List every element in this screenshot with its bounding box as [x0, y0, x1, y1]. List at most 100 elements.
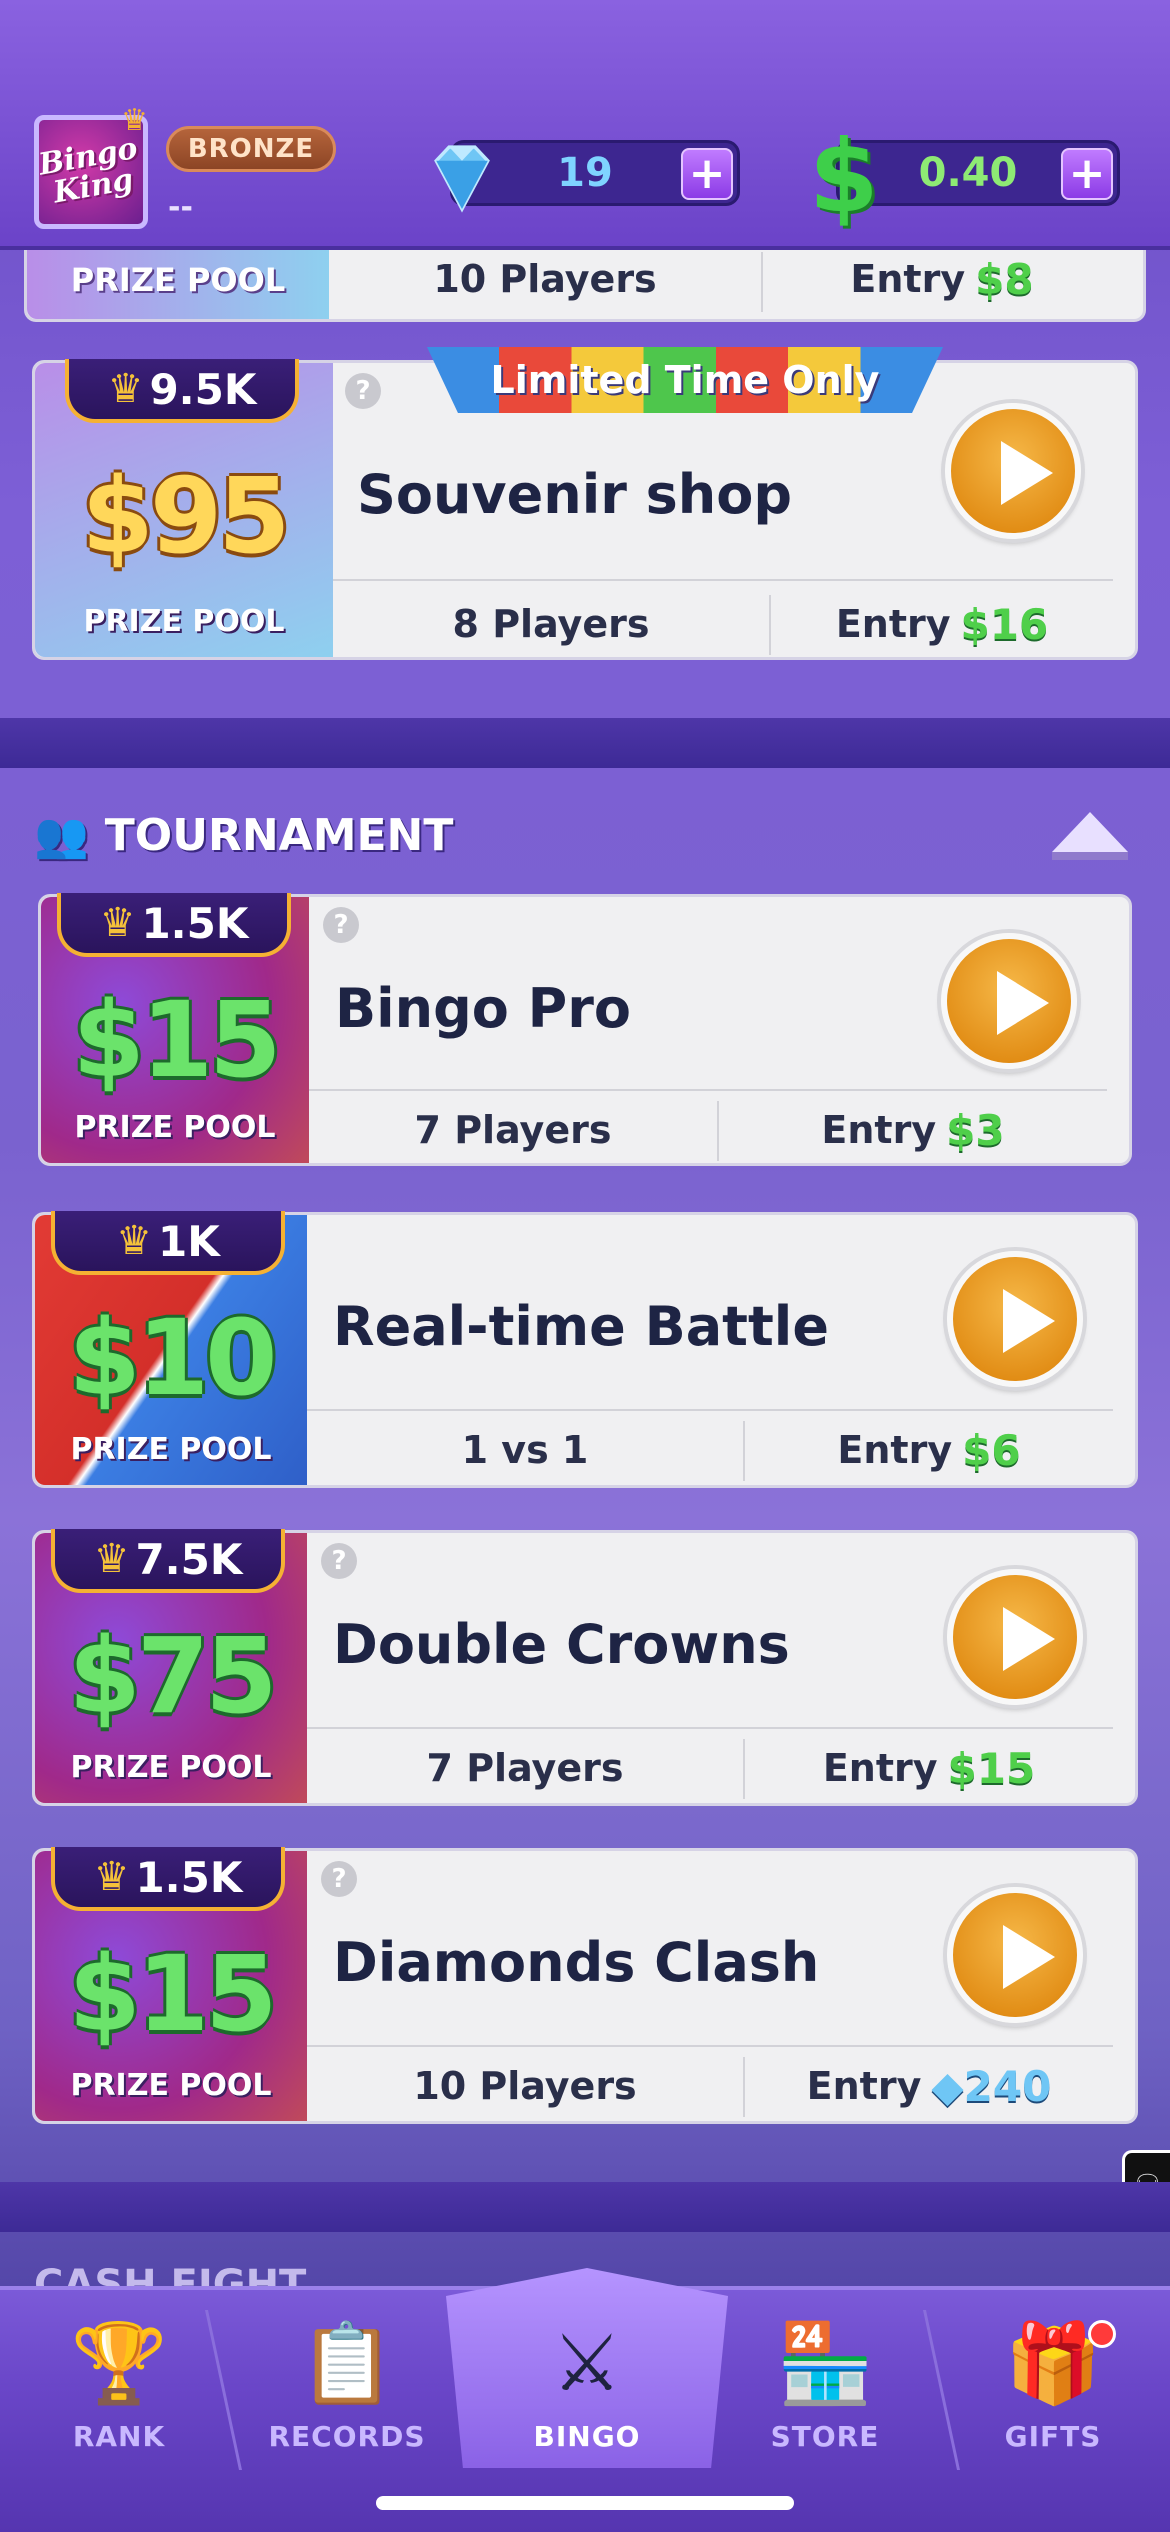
add-cash-button[interactable]: +	[1061, 148, 1113, 200]
players-count: 1 vs 1	[461, 1428, 589, 1472]
game-card-partial[interactable]: PRIZE POOL 10 Players Entry $8	[24, 240, 1146, 322]
nav-gifts[interactable]: 🎁 GIFTS	[938, 2316, 1168, 2486]
divider	[307, 2045, 1113, 2047]
entry-fee: Entry $6	[745, 1415, 1113, 1485]
nav-records[interactable]: 📋 RECORDS	[232, 2316, 462, 2486]
crown-reward: ♛ 1K	[51, 1211, 285, 1275]
crown-reward: ♛ 7.5K	[51, 1529, 285, 1593]
play-button[interactable]	[947, 1569, 1083, 1705]
gift-icon: 🎁	[1004, 2319, 1102, 2409]
players-count: 8 Players	[452, 602, 650, 646]
game-card-bingo-pro[interactable]: $15 PRIZE POOL ♛ 1.5K ? Bingo Pro 7 Play…	[38, 893, 1132, 1166]
entry-label: Entry	[837, 1428, 953, 1472]
nav-label: STORE	[770, 2420, 880, 2453]
divider	[309, 1089, 1107, 1091]
game-card-diamonds-clash[interactable]: $15 PRIZE POOL ♛ 1.5K ? Diamonds Clash 1…	[32, 1847, 1138, 2124]
avatar[interactable]: Bingo King ♛	[34, 106, 148, 229]
prize-pool-label: PRIZE POOL	[70, 1432, 272, 1467]
prize-pool-label: PRIZE POOL	[70, 2068, 272, 2103]
notification-dot	[1088, 2320, 1116, 2348]
entry-label: Entry	[821, 1108, 937, 1152]
card-title: Souvenir shop	[357, 463, 792, 526]
collapse-arrow-icon[interactable]	[1052, 812, 1128, 860]
help-icon[interactable]: ?	[323, 907, 359, 943]
card-title: Bingo Pro	[335, 977, 631, 1040]
username: --	[168, 190, 193, 225]
divider	[333, 579, 1113, 581]
play-button[interactable]	[945, 403, 1081, 539]
game-card-real-time-battle[interactable]: $10 PRIZE POOL ♛ 1K Real-time Battle 1 v…	[32, 1211, 1138, 1488]
entry-label: Entry	[822, 1746, 938, 1790]
prize-amount: $15	[72, 979, 281, 1101]
crown-count: 1.5K	[141, 898, 249, 948]
entry-amount: $15	[947, 1743, 1036, 1793]
prize-pool-label: PRIZE POOL	[27, 240, 329, 319]
diamond-icon: ◆	[931, 2061, 964, 2111]
crown-count: 7.5K	[135, 1534, 243, 1584]
play-button[interactable]	[941, 933, 1077, 1069]
entry-label: Entry	[850, 257, 966, 301]
entry-fee: Entry $3	[719, 1095, 1107, 1165]
crown-count: 1K	[158, 1216, 220, 1266]
store-icon: 🏪	[776, 2319, 874, 2409]
nav-label: RANK	[72, 2420, 166, 2453]
entry-amount: $16	[960, 599, 1049, 649]
home-indicator[interactable]	[376, 2496, 794, 2510]
prize-pool-label: PRIZE POOL	[74, 1110, 276, 1145]
entry-amount: ◆240	[931, 2061, 1052, 2111]
nav-rank[interactable]: 🏆 RANK	[4, 2316, 234, 2486]
crown-icon: ♛	[107, 366, 144, 412]
nav-label: GIFTS	[1004, 2420, 1102, 2453]
entry-fee: Entry $16	[771, 589, 1113, 659]
records-icon: 📋	[298, 2319, 396, 2409]
card-title: Diamonds Clash	[333, 1931, 820, 1994]
avatar-logo: Bingo King	[36, 130, 141, 211]
section-separator	[0, 2182, 1170, 2232]
help-icon[interactable]: ?	[321, 1543, 357, 1579]
crown-icon: ♛	[93, 1536, 130, 1582]
entry-label: Entry	[835, 602, 951, 646]
prize-pool-label: PRIZE POOL	[70, 1750, 272, 1785]
cash-balance: $ 0.40 +	[809, 127, 1120, 227]
crown-count: 1.5K	[135, 1852, 243, 1902]
crown-reward: ♛ 1.5K	[51, 1847, 285, 1911]
crown-icon: ♛	[121, 103, 148, 138]
prize-amount: $10	[68, 1297, 277, 1419]
card-title: Double Crowns	[333, 1613, 790, 1676]
trophy-icon: 🏆	[70, 2319, 168, 2409]
card-title: Real-time Battle	[333, 1295, 829, 1358]
help-icon[interactable]: ?	[345, 373, 381, 409]
entry-fee: Entry $8	[763, 244, 1121, 314]
section-separator	[0, 718, 1170, 768]
crown-icon: ♛	[116, 1218, 153, 1264]
crown-count: 9.5K	[149, 364, 257, 414]
game-card-double-crowns[interactable]: $75 PRIZE POOL ♛ 7.5K ? Double Crowns 7 …	[32, 1529, 1138, 1806]
limited-time-banner: Limited Time Only	[427, 347, 943, 413]
entry-fee: Entry ◆240	[745, 2051, 1113, 2121]
nav-store[interactable]: 🏪 STORE	[710, 2316, 940, 2486]
prize-amount: $15	[68, 1933, 277, 2055]
add-gems-button[interactable]: +	[681, 148, 733, 200]
help-icon[interactable]: ?	[321, 1861, 357, 1897]
players-count: 7 Players	[426, 1746, 624, 1790]
nav-bingo[interactable]: ⚔ BINGO	[472, 2316, 702, 2486]
play-button[interactable]	[947, 1887, 1083, 2023]
game-card-souvenir-shop[interactable]: $95 PRIZE POOL ♛ 9.5K ? Limited Time Onl…	[32, 347, 1138, 660]
cash-amount: 0.40	[918, 150, 1018, 196]
gem-balance: 19 +	[434, 140, 740, 213]
top-bar: Bingo King ♛ BRONZE -- 19 + $ 0.40 +	[0, 0, 1170, 250]
entry-amount: $8	[975, 254, 1034, 304]
divider	[307, 1409, 1113, 1411]
players-count: 10 Players	[433, 257, 657, 301]
players-count: 10 Players	[413, 2064, 637, 2108]
prize-pool-label: PRIZE POOL	[83, 604, 285, 639]
crown-icon: ♛	[99, 900, 136, 946]
prize-amount: $75	[68, 1615, 277, 1737]
gem-count: 19	[557, 150, 613, 196]
divider	[307, 1727, 1113, 1729]
rank-badge[interactable]: BRONZE	[166, 126, 336, 172]
players-count: 7 Players	[414, 1108, 612, 1152]
swords-icon: ⚔	[552, 2319, 622, 2409]
play-button[interactable]	[947, 1251, 1083, 1387]
tournament-section-header[interactable]: 👥 TOURNAMENT	[34, 800, 453, 870]
